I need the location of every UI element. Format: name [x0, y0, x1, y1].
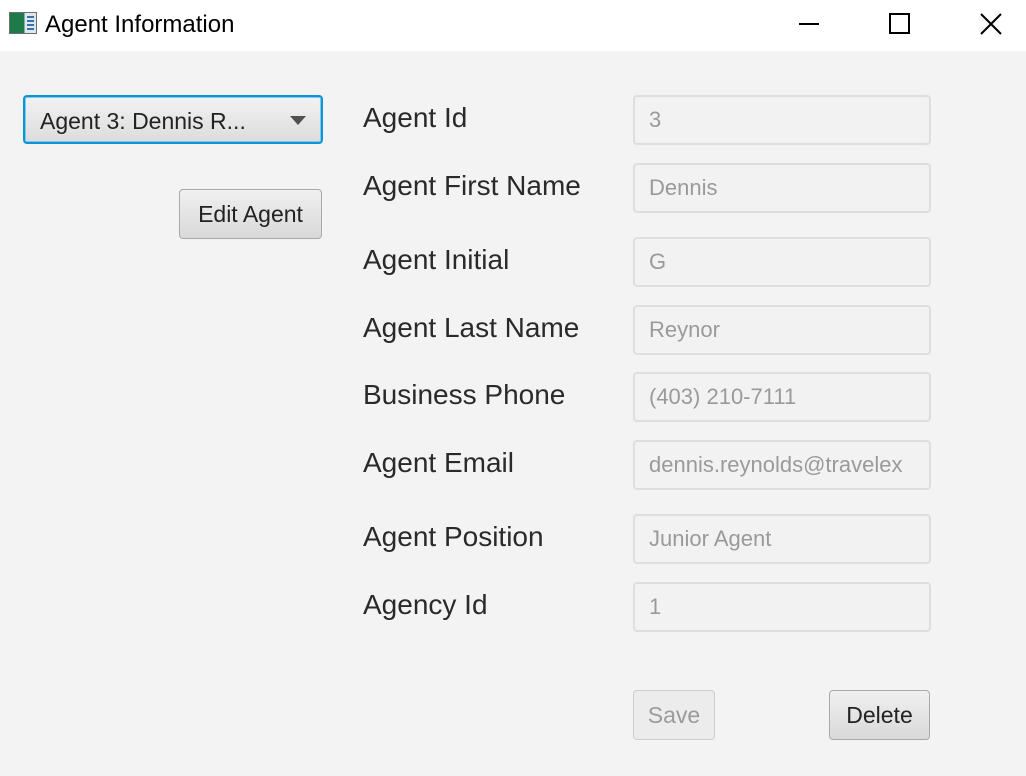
app-icon — [9, 12, 37, 34]
agent-id-field[interactable]: 3 — [633, 95, 931, 145]
agent-first-name-label: Agent First Name — [363, 170, 581, 201]
agent-id-label: Agent Id — [363, 102, 468, 133]
business-phone-label: Business Phone — [363, 379, 566, 410]
agency-id-label: Agency Id — [363, 589, 488, 620]
window-title: Agent Information — [45, 11, 235, 38]
agent-email-label: Agent Email — [363, 447, 514, 478]
agent-select-dropdown[interactable]: Agent 3: Dennis R... — [23, 95, 323, 144]
maximize-icon — [888, 13, 910, 34]
close-icon — [980, 12, 1002, 35]
maximize-button[interactable] — [853, 0, 945, 47]
close-button[interactable] — [945, 0, 1026, 47]
title-bar: Agent Information — [0, 0, 1026, 51]
agent-select-value: Agent 3: Dennis R... — [40, 108, 246, 134]
agent-first-name-field[interactable]: Dennis — [633, 163, 931, 213]
edit-agent-button[interactable]: Edit Agent — [179, 189, 322, 239]
delete-button[interactable]: Delete — [829, 690, 930, 740]
save-button[interactable]: Save — [633, 690, 715, 740]
agent-last-name-field[interactable]: Reynor — [633, 305, 931, 355]
business-phone-field[interactable]: (403) 210-7111 — [633, 372, 931, 422]
agent-position-label: Agent Position — [363, 521, 544, 552]
minimize-button[interactable] — [763, 0, 855, 47]
agency-id-field[interactable]: 1 — [633, 582, 931, 632]
agent-initial-field[interactable]: G — [633, 237, 931, 287]
minimize-icon — [799, 22, 819, 25]
agent-position-field[interactable]: Junior Agent — [633, 514, 931, 564]
agent-initial-label: Agent Initial — [363, 244, 510, 275]
chevron-down-icon — [290, 116, 306, 125]
agent-email-field[interactable]: dennis.reynolds@travelex — [633, 440, 931, 490]
agent-last-name-label: Agent Last Name — [363, 312, 580, 343]
